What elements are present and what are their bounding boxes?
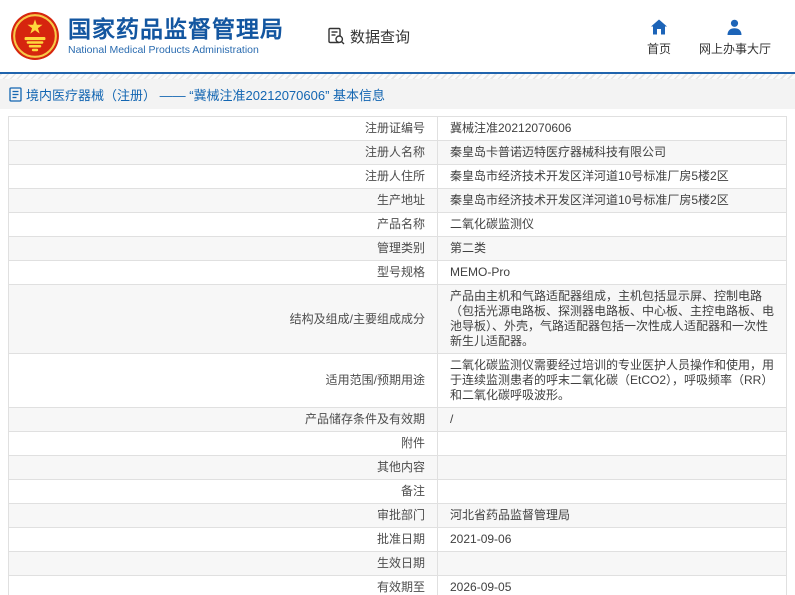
row-value: 秦皇岛市经济技术开发区洋河道10号标准厂房5楼2区: [437, 188, 787, 213]
agency-name-en: National Medical Products Administration: [68, 43, 259, 56]
row-label: 适用范围/预期用途: [8, 353, 438, 408]
row-value: 2021-09-06: [437, 527, 787, 552]
table-row: 产品储存条件及有效期 /: [8, 407, 787, 432]
row-label: 有效期至: [8, 575, 438, 595]
document-icon: [9, 86, 22, 102]
nav-item-label: 首页: [646, 42, 671, 56]
registration-info-table: 注册证编号 冀械注准20212070606 注册人名称 秦皇岛卡普诺迈特医疗器械科技有…: [8, 116, 787, 595]
row-value: 2026-09-05: [437, 575, 787, 595]
table-row: 有效期至 2026-09-05: [8, 575, 787, 595]
table-row: 注册证编号 冀械注准20212070606: [8, 116, 787, 141]
row-label: 注册人住所: [8, 164, 438, 189]
table-row: 管理类别 第二类: [8, 236, 787, 261]
data-query-label: 数据查询: [350, 28, 411, 46]
row-value: 冀械注准20212070606: [437, 116, 787, 141]
table-row: 生产地址 秦皇岛市经济技术开发区洋河道10号标准厂房5楼2区: [8, 188, 787, 213]
row-value: 第二类: [437, 236, 787, 261]
row-value: 二氧化碳监测仪需要经过培训的专业医护人员操作和使用，用于连续监测患者的呼末二氧化…: [437, 353, 787, 408]
row-label: 其他内容: [8, 455, 438, 480]
row-value: 秦皇岛市经济技术开发区洋河道10号标准厂房5楼2区: [437, 164, 787, 189]
table-row: 产品名称 二氧化碳监测仪: [8, 212, 787, 237]
table-row: 型号规格 MEMO-Pro: [8, 260, 787, 285]
table-row: 结构及组成/主要组成成分 产品由主机和气路适配器组成，主机包括显示屏、控制电路（包…: [8, 284, 787, 354]
agency-name: 国家药品监督管理局: [68, 15, 284, 42]
top-nav: 首页 网上办事大厅: [647, 19, 771, 57]
table-row: 附件: [8, 431, 787, 456]
agency-logo: 国家药品监督管理局 National Medical Products Admi…: [10, 11, 284, 61]
table-row: 备注: [8, 479, 787, 504]
row-value: [437, 455, 787, 480]
row-label: 产品储存条件及有效期: [8, 407, 438, 432]
row-value: [437, 551, 787, 576]
row-label: 管理类别: [8, 236, 438, 261]
row-value: /: [437, 407, 787, 432]
page-title: 境内医疗器械（注册） —— “冀械注准20212070606” 基本信息: [26, 87, 386, 103]
breadcrumb: 境内医疗器械（注册） —— “冀械注准20212070606” 基本信息: [0, 79, 795, 109]
table-row: 注册人住所 秦皇岛市经济技术开发区洋河道10号标准厂房5楼2区: [8, 164, 787, 189]
table-row: 适用范围/预期用途 二氧化碳监测仪需要经过培训的专业医护人员操作和使用，用于连续监…: [8, 353, 787, 408]
row-label: 型号规格: [8, 260, 438, 285]
table-row: 注册人名称 秦皇岛卡普诺迈特医疗器械科技有限公司: [8, 140, 787, 165]
row-value: [437, 479, 787, 504]
table-row: 审批部门 河北省药品监督管理局: [8, 503, 787, 528]
row-value: 产品由主机和气路适配器组成，主机包括显示屏、控制电路（包括光源电路板、探测器电路…: [437, 284, 787, 354]
row-label: 生效日期: [8, 551, 438, 576]
user-icon: [727, 19, 742, 35]
row-value: 二氧化碳监测仪: [437, 212, 787, 237]
row-label: 附件: [8, 431, 438, 456]
table-row: 批准日期 2021-09-06: [8, 527, 787, 552]
table-row: 其他内容: [8, 455, 787, 480]
row-value: 秦皇岛卡普诺迈特医疗器械科技有限公司: [437, 140, 787, 165]
row-value: [437, 431, 787, 456]
nav-item-service-hall[interactable]: 网上办事大厅: [699, 19, 771, 57]
row-label: 备注: [8, 479, 438, 504]
nav-item-label: 网上办事大厅: [698, 42, 771, 56]
row-label: 注册证编号: [8, 116, 438, 141]
data-query-icon: [328, 27, 345, 45]
nav-item-home[interactable]: 首页: [647, 19, 671, 57]
table-row: 生效日期: [8, 551, 787, 576]
page-header: 国家药品监督管理局 National Medical Products Admi…: [0, 0, 795, 72]
row-value: MEMO-Pro: [437, 260, 787, 285]
row-label: 生产地址: [8, 188, 438, 213]
row-label: 批准日期: [8, 527, 438, 552]
row-label: 产品名称: [8, 212, 438, 237]
row-label: 结构及组成/主要组成成分: [8, 284, 438, 354]
data-query-tab[interactable]: 数据查询: [326, 26, 410, 47]
china-emblem-icon: [11, 12, 59, 60]
info-table-body: 注册证编号 冀械注准20212070606 注册人名称 秦皇岛卡普诺迈特医疗器械科技有…: [8, 116, 787, 595]
row-label: 注册人名称: [8, 140, 438, 165]
home-icon: [650, 19, 667, 35]
row-label: 审批部门: [8, 503, 438, 528]
row-value: 河北省药品监督管理局: [437, 503, 787, 528]
